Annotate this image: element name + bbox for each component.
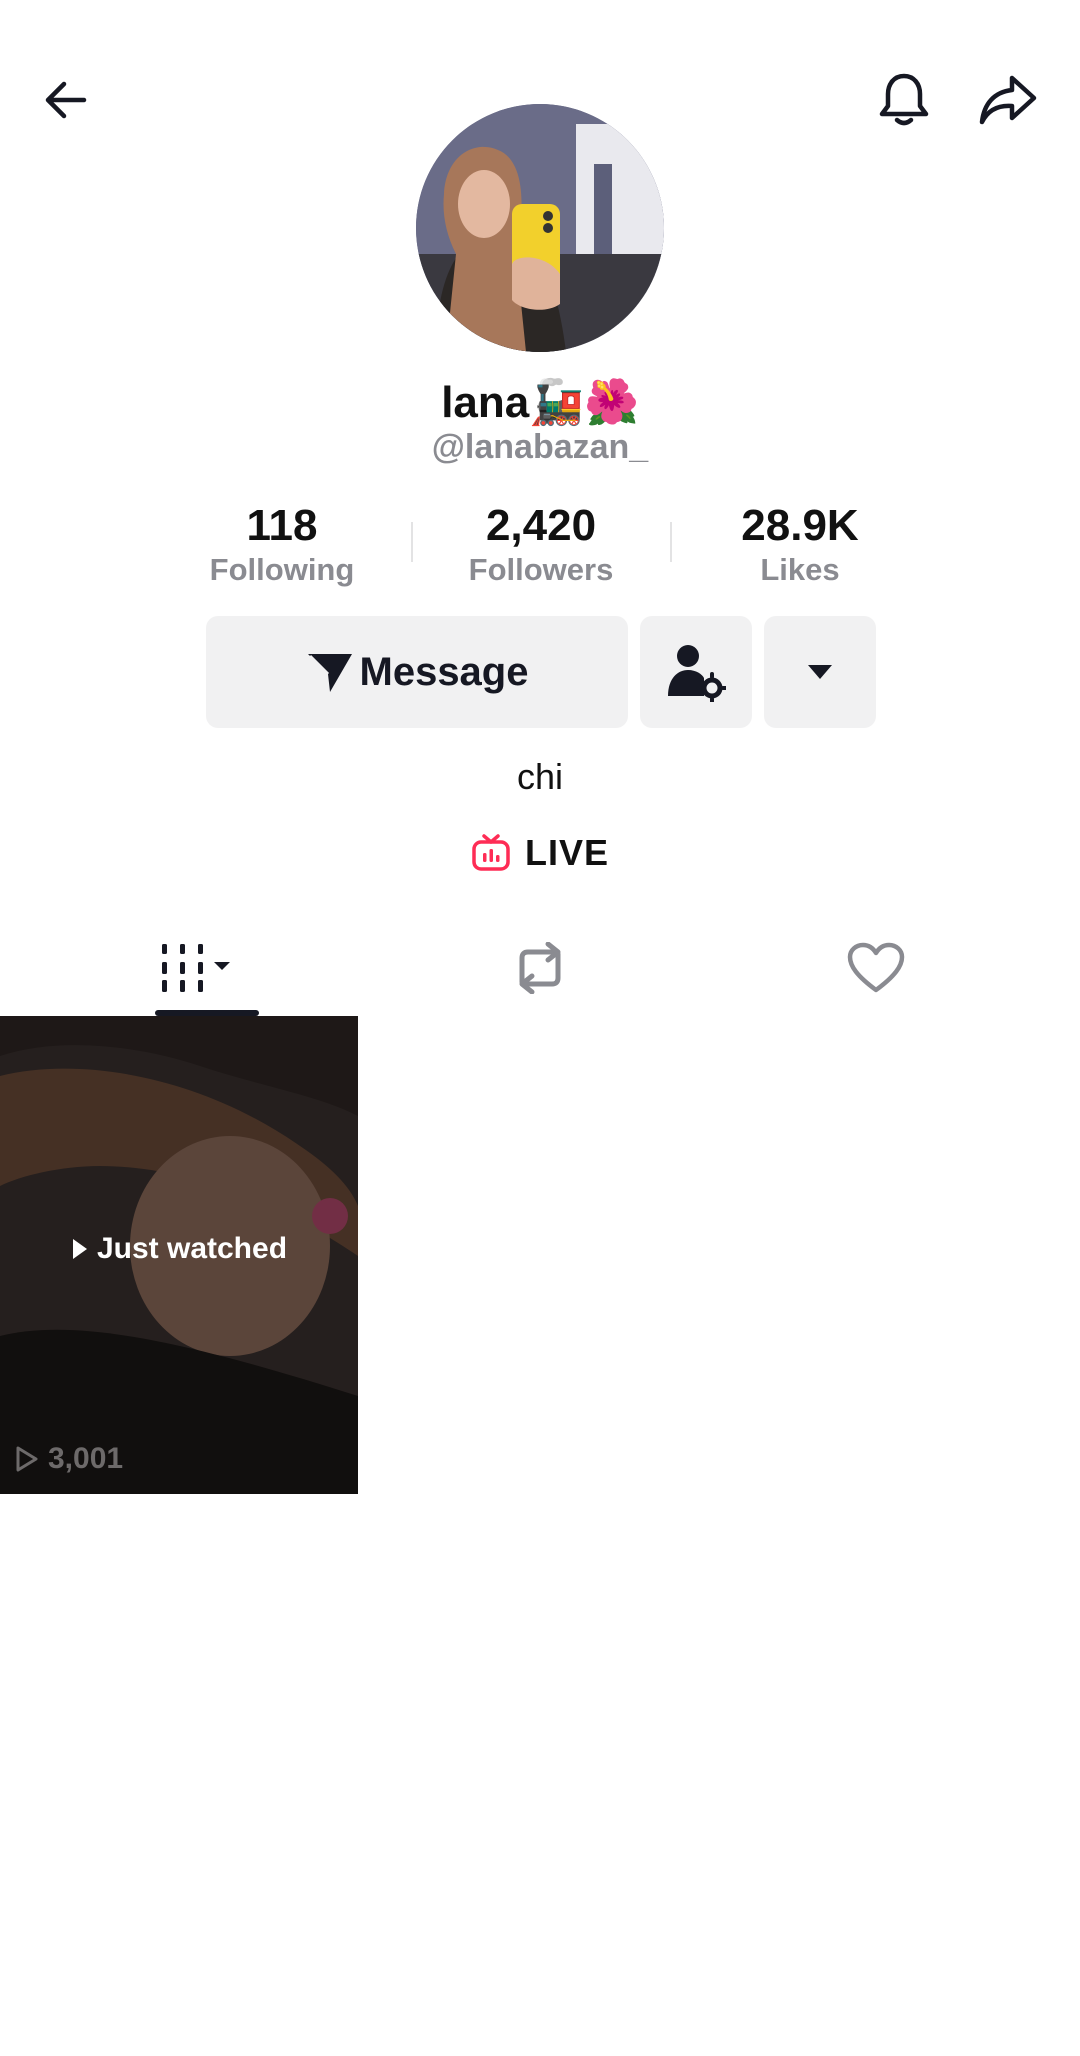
stat-divider	[411, 522, 413, 562]
profile-tabs	[0, 920, 1080, 1016]
profile-bio: chi	[516, 756, 564, 797]
profile-avatar[interactable]	[416, 104, 664, 352]
video-tile[interactable]: Just watched 3,001	[0, 1016, 358, 1494]
heart-outline-icon	[847, 942, 905, 993]
following-count: 118	[246, 501, 318, 550]
display-name: lana🚂🌺	[441, 378, 639, 427]
message-button[interactable]: Message	[206, 616, 628, 728]
play-icon	[72, 1239, 87, 1259]
more-options-button[interactable]	[764, 616, 876, 728]
caret-down-icon	[808, 665, 832, 679]
view-count: 3,001	[14, 1442, 123, 1476]
share-button[interactable]	[968, 60, 1048, 140]
username: @lanabazan_	[431, 428, 649, 466]
following-label: Following	[209, 552, 355, 587]
followers-label: Followers	[468, 552, 614, 587]
tab-liked[interactable]	[696, 920, 1056, 1016]
tab-videos[interactable]	[18, 920, 378, 1016]
play-outline-icon	[16, 1446, 38, 1472]
grid-icon	[162, 944, 230, 992]
avatar-photo	[416, 104, 664, 352]
tab-reposts[interactable]	[360, 920, 720, 1016]
arrow-left-icon	[45, 81, 87, 119]
friend-settings-button[interactable]	[640, 616, 752, 728]
stat-divider	[670, 522, 672, 562]
followers-stat[interactable]: 2,420 Followers	[441, 500, 641, 588]
just-watched-badge: Just watched	[0, 1232, 358, 1266]
back-button[interactable]	[26, 60, 106, 140]
notification-bell-button[interactable]	[864, 60, 944, 140]
live-tv-icon	[472, 834, 510, 871]
send-icon	[307, 654, 352, 692]
repost-icon	[519, 942, 561, 994]
bell-icon	[879, 73, 929, 126]
view-count-value: 3,001	[48, 1442, 124, 1475]
profile-stats: 118 Following 2,420 Followers 28.9K Like…	[0, 500, 1080, 590]
likes-label: Likes	[760, 552, 840, 587]
following-stat[interactable]: 118 Following	[182, 500, 382, 588]
share-arrow-icon	[979, 75, 1037, 125]
live-label: LIVE	[524, 832, 609, 873]
likes-count: 28.9K	[741, 501, 859, 550]
live-badge[interactable]: LIVE	[0, 832, 1080, 874]
likes-stat[interactable]: 28.9K Likes	[700, 500, 900, 588]
just-watched-label: Just watched	[96, 1232, 288, 1265]
message-label: Message	[359, 649, 529, 694]
followers-count: 2,420	[485, 501, 597, 550]
person-settings-icon	[668, 645, 726, 702]
